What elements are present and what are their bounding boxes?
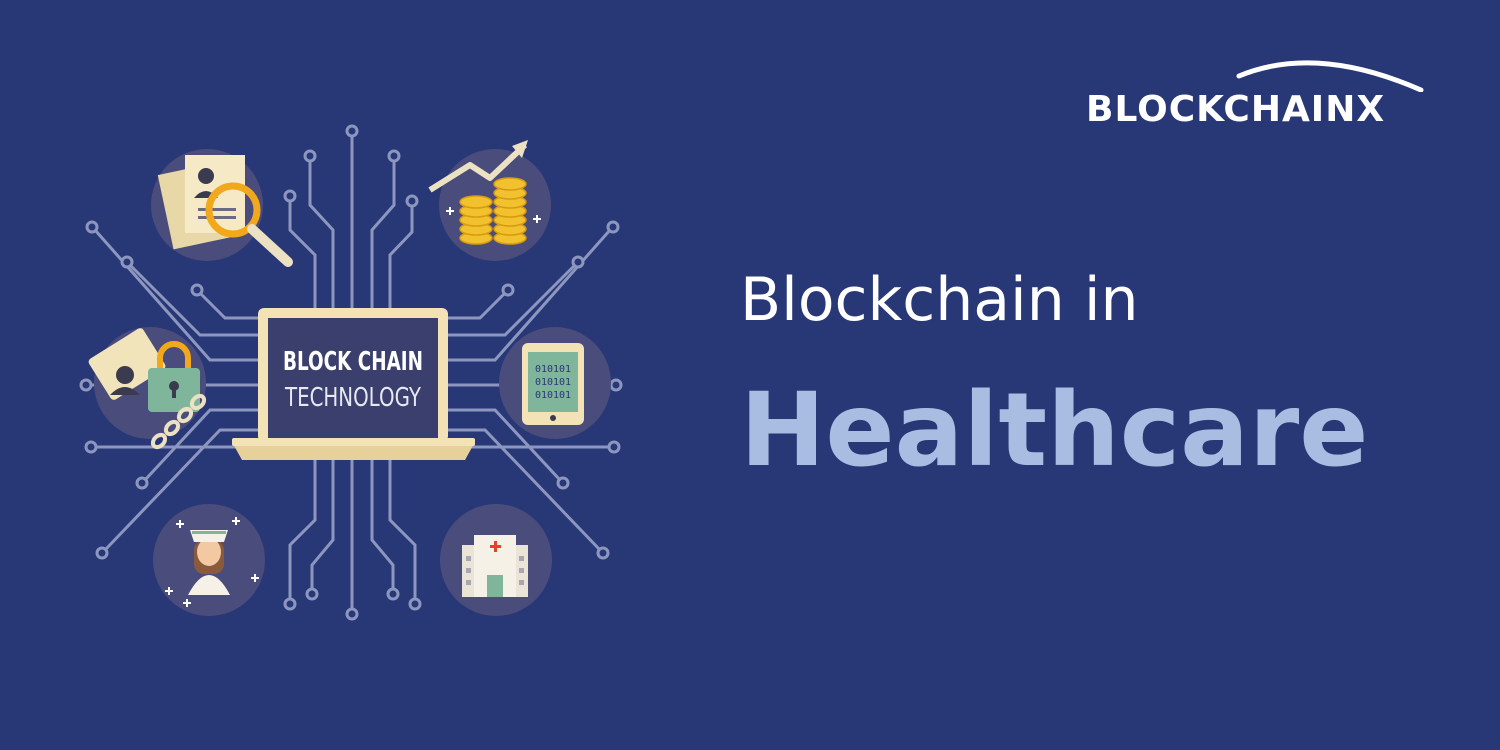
blockchain-illustration: 010101 010101 010101 BLOCK CHAIN TECHNOL… bbox=[79, 124, 623, 621]
laptop-title-line-2: TECHNOLOGY bbox=[284, 383, 421, 413]
tablet-binary-line-2: 010101 bbox=[535, 377, 571, 388]
tablet-binary-line-3: 010101 bbox=[535, 390, 571, 401]
tablet-binary-line-1: 010101 bbox=[535, 364, 571, 375]
headline-line-1: Blockchain in bbox=[740, 265, 1139, 335]
headline-line-2: Healthcare bbox=[740, 371, 1369, 490]
brand-logo: BLOCKCHAINX bbox=[1086, 52, 1436, 132]
laptop-title-line-1: BLOCK CHAIN bbox=[283, 347, 423, 377]
tablet-data-icon: 010101 010101 010101 bbox=[522, 343, 584, 425]
logo-swoosh-icon bbox=[1236, 60, 1424, 92]
brand-name: BLOCKCHAINX bbox=[1086, 89, 1386, 130]
